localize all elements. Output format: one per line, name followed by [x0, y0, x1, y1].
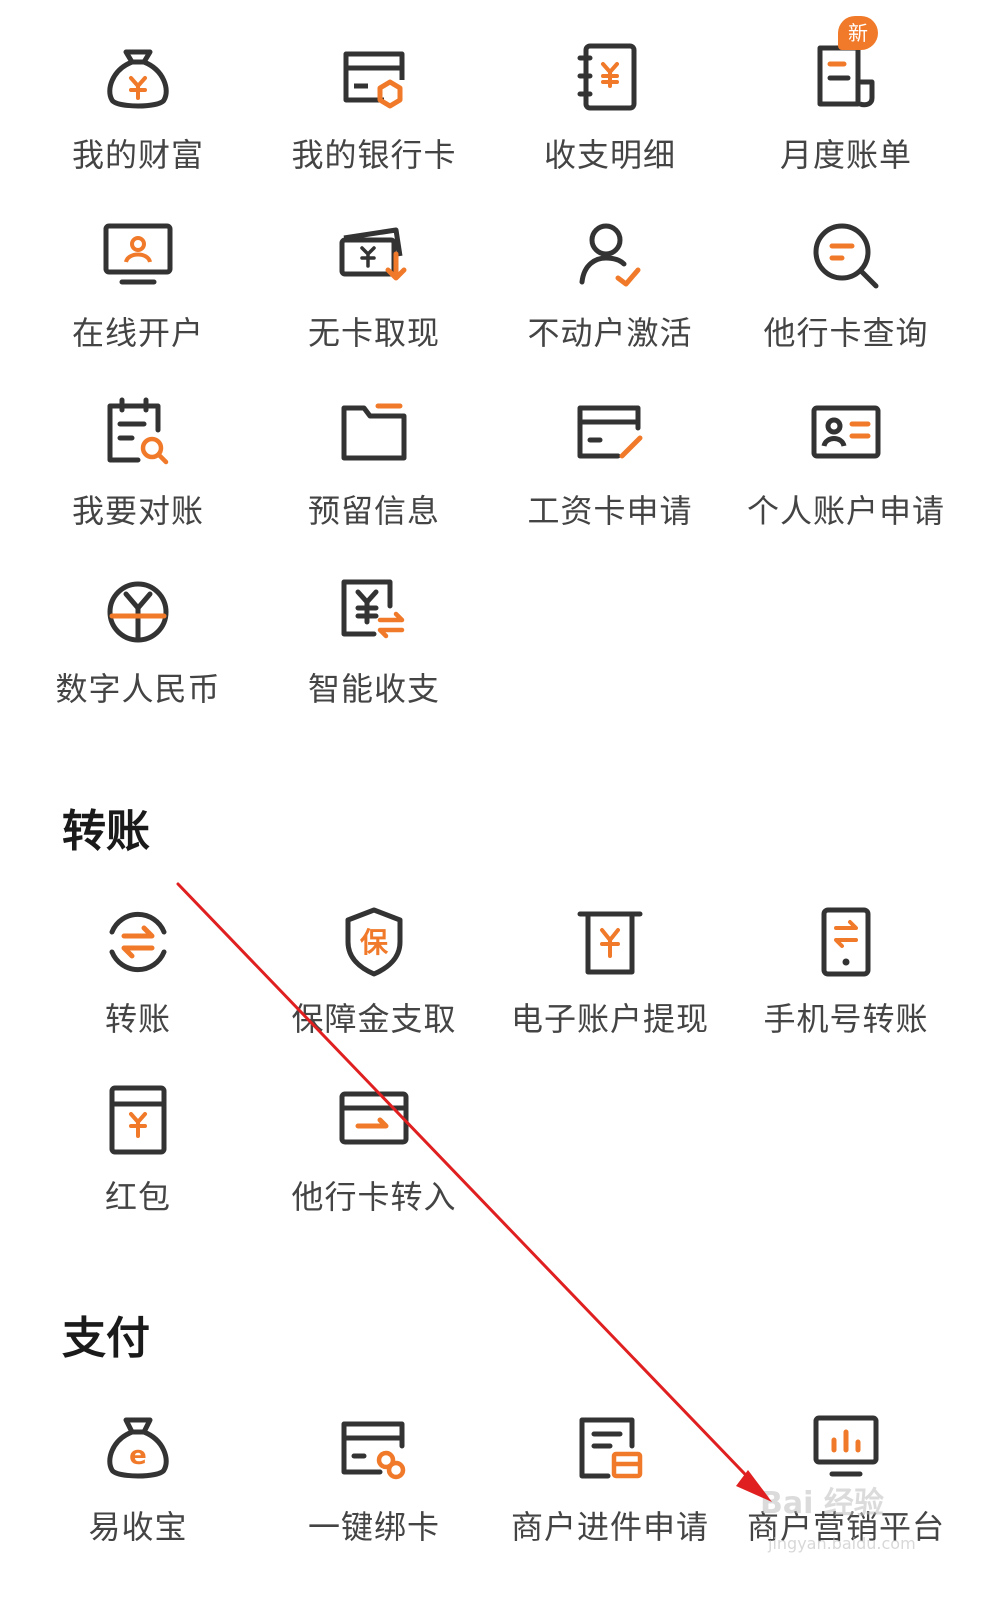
watermark-logo: Bai 经验	[760, 1486, 884, 1521]
menu-item-label: 红包	[104, 1178, 171, 1216]
person-check-icon	[570, 216, 650, 296]
menu-item-label: 他行卡转入	[291, 1178, 457, 1216]
menu-item-reserved-info[interactable]: 预留信息	[256, 394, 492, 554]
smart-yuan-exchange-icon	[334, 572, 414, 652]
menu-item-label: 保障金支取	[291, 1000, 457, 1038]
card-pen-icon	[570, 394, 650, 474]
menu-item-digital-rmb[interactable]: 数字人民币	[20, 572, 256, 732]
watermark-url: jingyan.baidu.com	[768, 1534, 916, 1553]
menu-item-label: 智能收支	[307, 670, 440, 708]
monthly-bill-icon	[806, 38, 886, 118]
menu-item-personal-account[interactable]: 个人账户申请	[728, 394, 964, 554]
menu-item-label: 电子账户提现	[510, 1000, 709, 1038]
menu-item-phone-transfer[interactable]: 手机号转账	[728, 902, 964, 1062]
menu-item-cardless-withdraw[interactable]: 无卡取现	[256, 216, 492, 376]
cash-withdraw-icon	[334, 216, 414, 296]
bank-card-icon	[334, 38, 414, 118]
search-magnifier-icon	[806, 216, 886, 296]
menu-item-other-bank-query[interactable]: 他行卡查询	[728, 216, 964, 376]
menu-item-label: 商户进件申请	[510, 1508, 709, 1546]
calendar-search-icon	[98, 394, 178, 474]
menu-item-label: 手机号转账	[763, 1000, 929, 1038]
menu-item-label: 数字人民币	[55, 670, 221, 708]
card-transfer-in-icon	[334, 1080, 414, 1160]
menu-item-monthly-bill[interactable]: 月度账单	[728, 38, 964, 198]
menu-item-dormant-activate[interactable]: 不动户激活	[492, 216, 728, 376]
section-title-transfer: 转账	[62, 806, 150, 857]
red-packet-icon	[98, 1080, 178, 1160]
menu-item-reconcile[interactable]: 我要对账	[20, 394, 256, 554]
svg-text:e: e	[129, 1441, 147, 1471]
menu-item-one-click-bind[interactable]: 一键绑卡	[256, 1410, 492, 1570]
bag-e-icon: e	[98, 1410, 178, 1490]
menu-item-yishoubao[interactable]: e 易收宝	[20, 1410, 256, 1570]
menu-item-label: 他行卡查询	[763, 314, 929, 352]
menu-item-my-wealth[interactable]: 我的财富	[20, 38, 256, 198]
merchant-doc-icon	[570, 1410, 650, 1490]
menu-item-label: 我的财富	[71, 136, 204, 174]
monitor-person-icon	[98, 216, 178, 296]
card-link-icon	[334, 1410, 414, 1490]
menu-item-red-packet[interactable]: 红包	[20, 1080, 256, 1240]
menu-item-label: 收支明细	[543, 136, 676, 174]
svg-text:保: 保	[360, 926, 389, 959]
menu-item-label: 在线开户	[71, 314, 204, 352]
menu-item-transfer[interactable]: 转账	[20, 902, 256, 1062]
receipt-yuan-icon	[570, 902, 650, 982]
menu-item-my-bank-card[interactable]: 我的银行卡	[256, 38, 492, 198]
menu-item-e-account-withdraw[interactable]: 电子账户提现	[492, 902, 728, 1062]
menu-item-label: 个人账户申请	[746, 492, 945, 530]
shield-bao-icon: 保	[334, 902, 414, 982]
new-badge: 新	[838, 16, 878, 50]
phone-transfer-icon	[806, 902, 886, 982]
menu-item-label: 易收宝	[88, 1508, 188, 1546]
transfer-arrows-icon	[98, 902, 178, 982]
money-bag-yuan-icon	[98, 38, 178, 118]
menu-item-income-expense[interactable]: 收支明细	[492, 38, 728, 198]
section-title-payment: 支付	[62, 1313, 150, 1364]
menu-item-label: 无卡取现	[307, 314, 440, 352]
menu-item-smart-income[interactable]: 智能收支	[256, 572, 492, 732]
menu-item-label: 不动户激活	[527, 314, 693, 352]
digital-rmb-icon	[98, 572, 178, 652]
menu-item-other-bank-in[interactable]: 他行卡转入	[256, 1080, 492, 1240]
menu-item-label: 预留信息	[307, 492, 440, 530]
ledger-yuan-icon	[570, 38, 650, 118]
id-card-icon	[806, 394, 886, 474]
menu-item-label: 工资卡申请	[527, 492, 693, 530]
menu-item-label: 转账	[104, 1000, 171, 1038]
menu-item-label: 月度账单	[779, 136, 912, 174]
menu-item-label: 我的银行卡	[291, 136, 457, 174]
menu-item-label: 我要对账	[71, 492, 204, 530]
menu-item-deposit-withdraw[interactable]: 保 保障金支取	[256, 902, 492, 1062]
menu-item-merchant-apply[interactable]: 商户进件申请	[492, 1410, 728, 1570]
folder-icon	[334, 394, 414, 474]
menu-item-online-account[interactable]: 在线开户	[20, 216, 256, 376]
menu-item-salary-card[interactable]: 工资卡申请	[492, 394, 728, 554]
menu-item-label: 一键绑卡	[307, 1508, 440, 1546]
